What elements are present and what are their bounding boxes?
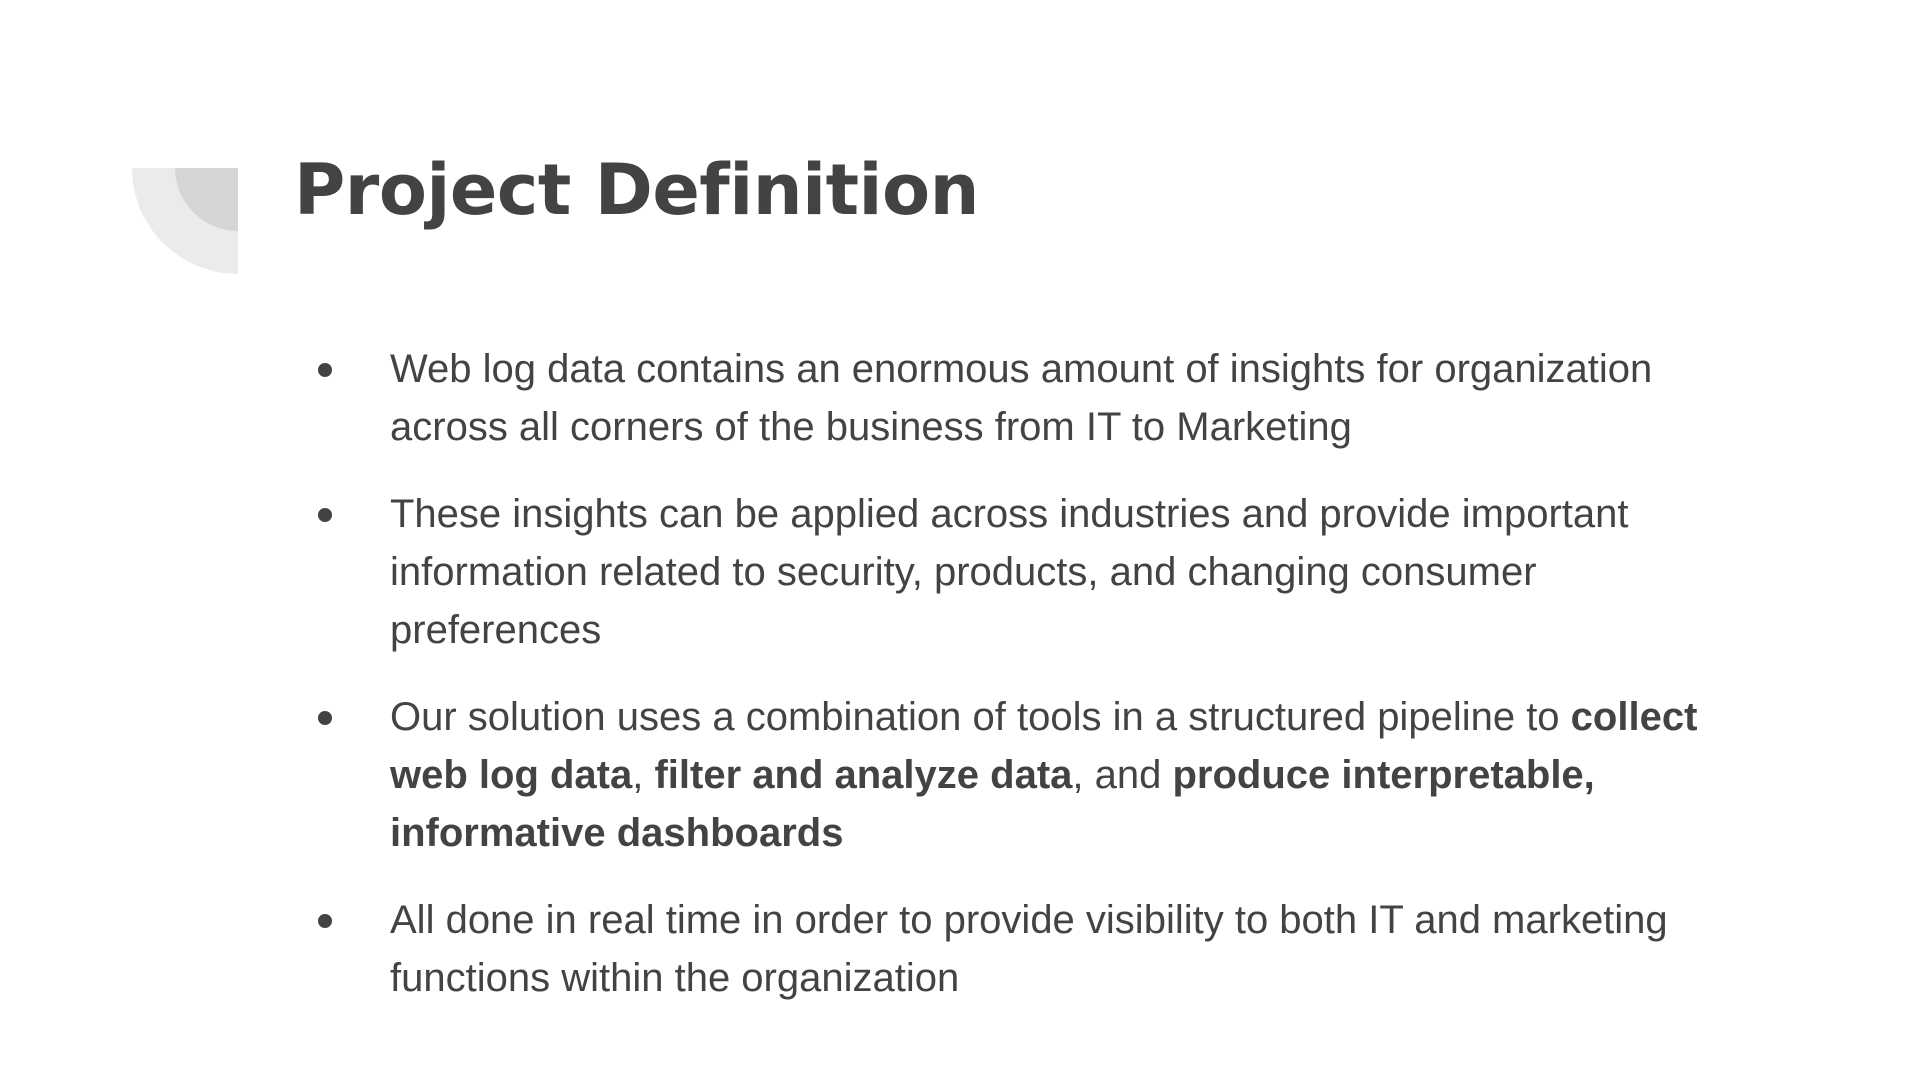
bullet-text: These insights can be applied across ind… — [390, 492, 1629, 652]
bullet-separator: , — [632, 753, 655, 797]
bullet-separator: , and — [1072, 753, 1173, 797]
quarter-circle-decoration-icon — [132, 168, 238, 274]
bullet-bold-filter: filter and analyze data — [654, 753, 1073, 797]
bullet-dot-icon — [318, 914, 332, 928]
bullet-text: All done in real time in order to provid… — [390, 898, 1668, 1000]
bullet-text: Web log data contains an enormous amount… — [390, 347, 1653, 449]
bullet-list: Web log data contains an enormous amount… — [314, 340, 1754, 1007]
bullet-item-web-log-data: Web log data contains an enormous amount… — [314, 340, 1754, 456]
slide: Project Definition Web log data contains… — [0, 0, 1920, 1080]
slide-title: Project Definition — [294, 149, 979, 231]
bullet-item-real-time: All done in real time in order to provid… — [314, 891, 1754, 1007]
bullet-dot-icon — [318, 711, 332, 725]
bullet-dot-icon — [318, 508, 332, 522]
bullet-text-intro: Our solution uses a combination of tools… — [390, 695, 1571, 739]
bullet-item-solution: Our solution uses a combination of tools… — [314, 688, 1754, 862]
bullet-dot-icon — [318, 363, 332, 377]
bullet-item-insights: These insights can be applied across ind… — [314, 485, 1754, 659]
